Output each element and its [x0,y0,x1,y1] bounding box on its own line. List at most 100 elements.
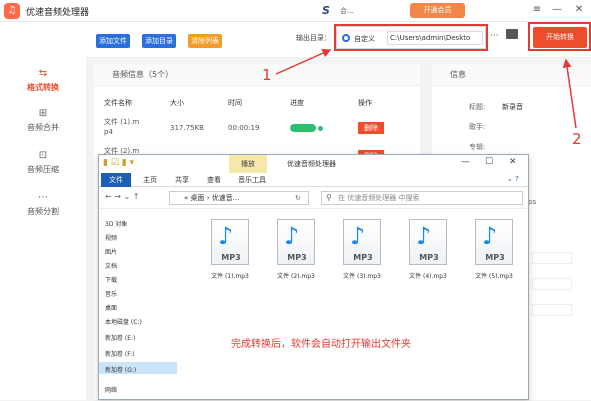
tree-item[interactable]: 3D 对象 [105,219,127,228]
search-icon: ⚲ [326,193,332,202]
info-header: 信息 [432,64,591,86]
output-dir-label: 输出目录： [296,34,331,42]
merge-icon: ⊞ [38,108,48,119]
tree-item-selected[interactable]: 桌面 [105,303,117,312]
sidebar-item-label: 音频合并 [27,123,59,132]
nav-arrows-icon[interactable]: ← → ⌄ ↑ [105,192,139,201]
file-name: 文件 (3).mp3 [343,273,381,280]
sidebar-item-audio-compress[interactable]: ⊡ 音频压缩 [0,150,86,175]
add-file-button[interactable]: 添加文件 [96,34,130,48]
refresh-icon[interactable]: ↻ [295,194,301,202]
explorer-title: 优速音频处理器 [287,160,336,168]
file-name: 文件 (5).mp3 [475,273,513,280]
info-artist-label: 歌手: [469,123,486,131]
column-header: 文件名称 [104,99,132,107]
info-album-label: 专辑: [469,143,486,151]
tree-item[interactable]: 网络 [105,385,117,394]
info-title-value: 新录音 [502,103,523,111]
address-bar-row: ← → ⌄ ↑ « 桌面 › 优速音... ↻ 在 优速音频处理器 中搜索 ⚲ [99,187,528,209]
delete-button[interactable]: 删除 [358,122,384,134]
tree-item[interactable]: 音乐 [105,289,117,298]
explorer-content: 3D 对象 视频 图片 文档 下载 音乐 桌面 本地磁盘 (C:) 新加卷 (E… [99,211,528,401]
tree-item[interactable]: 下载 [105,275,117,284]
column-header: 进度 [290,99,304,107]
file-explorer-window: ▮ ☑ ▮ ▾ 播放 优速音频处理器 — ☐ ✕ 文件 主页 共享 查看 音乐工… [98,154,529,400]
explorer-ribbon: 文件 主页 共享 查看 音乐工具 ⌄ ? [99,173,528,187]
tab-view[interactable]: 查看 [201,173,227,187]
tree-item[interactable]: 新加卷 (F:) [105,349,135,358]
more-button[interactable]: ··· [490,31,499,41]
annotation-text: 完成转换后，软件会自动打开输出文件夹 [231,339,411,350]
column-header: 操作 [358,99,372,107]
mp3-file[interactable]: ♪ MP3 文件 (1).mp3 [205,219,255,280]
file-name: 文件 (2).mp3 [277,273,315,280]
split-icon: ⋯ [38,192,48,203]
sidebar: ⇆ 格式转换 ⊞ 音频合并 ⊡ 音频压缩 ⋯ 音频分割 [0,22,86,400]
info-title-label: 标题: [469,103,486,111]
file-name: 文件 (4).mp3 [409,273,447,280]
minimize-icon[interactable]: — [550,3,564,17]
explorer-close-icon[interactable]: ✕ [509,157,517,167]
mp3-file[interactable]: ♪ MP3 文件 (3).mp3 [337,219,387,280]
mp3-icon: ♪ MP3 [211,219,249,265]
file-name: 文件 (1).mp3 [211,273,249,280]
highlight-box-start [528,22,591,51]
partial-text: ps [528,198,537,206]
user-name[interactable]: 会... [340,6,354,16]
sidebar-item-label: 格式转换 [27,83,59,92]
file-size: 317.75KB [170,124,204,132]
tab-music-tools[interactable]: 音乐工具 [233,173,271,187]
select-field[interactable] [532,252,572,264]
explorer-maximize-icon[interactable]: ☐ [485,157,493,167]
highlight-box-output [334,24,488,51]
mp3-icon: ♪ MP3 [409,219,447,265]
compress-icon: ⊡ [38,150,48,161]
select-field[interactable] [532,278,572,290]
file-name: 文件 (1).m [104,118,140,126]
done-dot [318,126,323,131]
tree-item[interactable]: 图片 [105,247,117,256]
tree-item[interactable]: 新加卷 (E:) [105,333,135,342]
explorer-minimize-icon[interactable]: — [461,157,470,167]
explorer-titlebar: ▮ ☑ ▮ ▾ 播放 优速音频处理器 — ☐ ✕ [99,155,528,173]
sidebar-item-label: 音频压缩 [27,165,59,174]
sidebar-item-audio-merge[interactable]: ⊞ 音频合并 [0,108,86,133]
app-logo-icon: ♫ [4,3,20,19]
select-field[interactable] [532,304,572,316]
sidebar-item-label: 音频分割 [27,207,59,216]
search-input[interactable]: 在 优速音频处理器 中搜索 [321,191,523,205]
app-title: 优速音频处理器 [26,8,90,18]
tab-home[interactable]: 主页 [137,173,163,187]
tab-file[interactable]: 文件 [101,173,131,187]
title-bar: ♫ 优速音频处理器 S 会... 开通会员 ≡ — ✕ [0,0,591,22]
mp3-icon: ♪ MP3 [277,219,315,265]
expand-ribbon-icon[interactable]: ⌄ ? [507,175,519,183]
progress-bar [290,124,316,132]
vip-button[interactable]: 开通会员 [410,3,465,18]
tree-item[interactable]: 视频 [105,233,117,242]
callout-number: 1 [262,66,272,84]
convert-icon: ⇆ [38,68,48,79]
add-folder-button[interactable]: 添加目录 [142,34,176,48]
mp3-icon: ♪ MP3 [475,219,513,265]
close-icon[interactable]: ✕ [572,3,586,17]
clear-list-button[interactable]: 清除列表 [188,34,222,48]
file-name-cont: p4 [104,128,113,136]
mp3-file[interactable]: ♪ MP3 文件 (4).mp3 [403,219,453,280]
sidebar-item-audio-split[interactable]: ⋯ 音频分割 [0,192,86,217]
mp3-file[interactable]: ♪ MP3 文件 (5).mp3 [469,219,519,280]
tree-item[interactable]: 文档 [105,261,117,270]
tab-share[interactable]: 共享 [169,173,195,187]
folder-icon[interactable] [506,29,518,39]
sidebar-item-format-convert[interactable]: ⇆ 格式转换 [0,68,86,93]
file-list-header: 音频信息（5个） [94,64,420,86]
file-time: 00:00:19 [228,124,260,132]
tree-item[interactable]: 新加卷 (G:) [105,365,136,374]
tree-item[interactable]: 本地磁盘 (C:) [105,317,142,326]
menu-icon[interactable]: ≡ [530,3,544,17]
callout-number: 2 [572,130,582,148]
tab-play[interactable]: 播放 [229,155,267,173]
mp3-file[interactable]: ♪ MP3 文件 (2).mp3 [271,219,321,280]
address-bar[interactable]: « 桌面 › 优速音... [169,191,309,205]
quick-access-icons[interactable]: ▮ ☑ ▮ ▾ [103,158,134,168]
